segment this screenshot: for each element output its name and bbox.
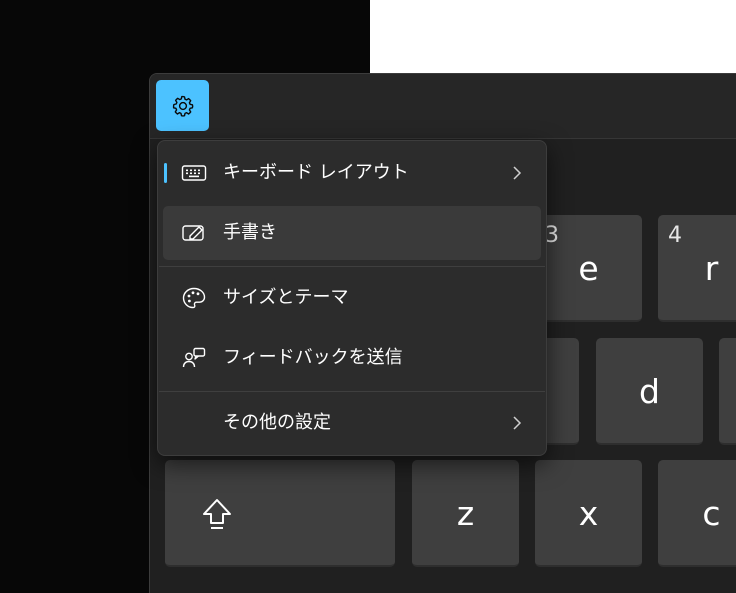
menu-separator <box>159 266 545 267</box>
menu-item-keyboard-layout[interactable]: キーボード レイアウト <box>163 146 541 200</box>
menu-item-label: サイズとテーマ <box>223 287 349 308</box>
chevron-right-icon <box>513 416 522 430</box>
key-r-label: r <box>704 249 719 288</box>
titlebar-divider <box>150 138 736 139</box>
menu-item-label: 手書き <box>223 222 277 243</box>
key-x[interactable]: x <box>535 460 642 567</box>
key-c-label: c <box>702 494 721 533</box>
key-r-number: 4 <box>668 223 682 248</box>
key-e-number: 3 <box>545 223 559 248</box>
key-x-label: x <box>578 494 599 533</box>
background-window <box>370 0 736 76</box>
key-z[interactable]: z <box>412 460 519 567</box>
key-d[interactable]: d <box>596 338 703 445</box>
feedback-icon <box>181 346 207 370</box>
keyboard-titlebar <box>150 74 736 138</box>
keyboard-icon <box>181 161 207 185</box>
key-z-label: z <box>456 494 475 533</box>
settings-menu: キーボード レイアウト 手書き サイズとテーマ フィードバックを送信 その他の設… <box>157 140 547 456</box>
menu-item-size-and-theme[interactable]: サイズとテーマ <box>163 271 541 325</box>
menu-item-label: キーボード レイアウト <box>223 162 409 183</box>
shift-arrow-icon <box>203 499 231 529</box>
key-e[interactable]: 3 e <box>535 215 642 322</box>
menu-item-label: その他の設定 <box>223 412 331 433</box>
key-c[interactable]: c <box>658 460 736 567</box>
key-r[interactable]: 4 r <box>658 215 736 322</box>
menu-item-send-feedback[interactable]: フィードバックを送信 <box>163 331 541 385</box>
selected-indicator <box>164 163 167 183</box>
chevron-right-icon <box>513 166 522 180</box>
menu-item-other-settings[interactable]: その他の設定 <box>163 396 541 450</box>
key-e-label: e <box>578 249 599 288</box>
menu-item-label: フィードバックを送信 <box>223 347 403 368</box>
key-d-label: d <box>639 372 660 411</box>
key-f[interactable] <box>719 338 736 445</box>
settings-button[interactable] <box>156 80 209 131</box>
handwriting-icon <box>181 221 207 245</box>
menu-item-handwriting[interactable]: 手書き <box>163 206 541 260</box>
menu-separator <box>159 391 545 392</box>
palette-icon <box>181 286 207 310</box>
shift-key[interactable] <box>165 460 395 567</box>
gear-icon <box>172 95 193 117</box>
